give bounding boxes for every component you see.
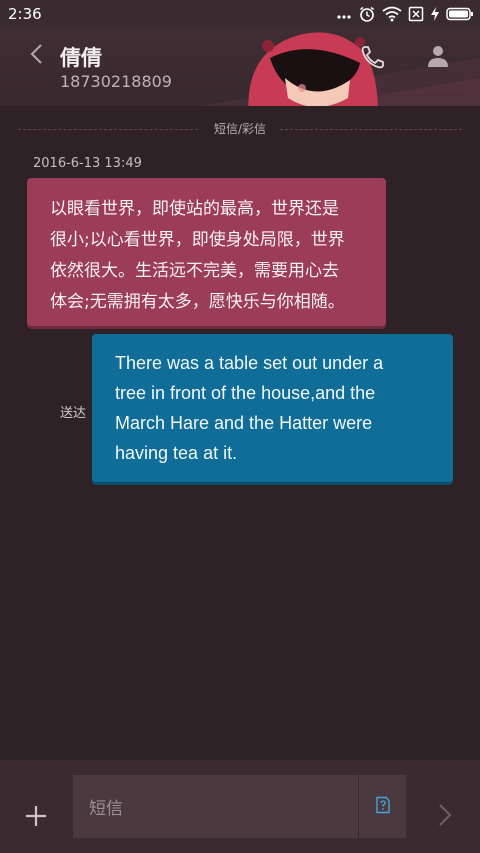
message-type-divider: 短信/彩信	[18, 120, 462, 138]
back-button[interactable]	[22, 42, 50, 70]
battery-icon	[446, 7, 474, 21]
message-line: March Hare and the Hatter were	[115, 413, 373, 433]
message-input[interactable]: 短信	[73, 775, 359, 838]
alarm-icon	[358, 5, 376, 23]
message-line: tree in front of the house,and the	[115, 383, 376, 403]
attach-button[interactable]	[22, 802, 50, 830]
conversation-header: 倩倩 18730218809	[0, 28, 480, 106]
message-line: 依然很大。生活远不完美，需要用心去	[50, 261, 339, 281]
person-icon	[424, 46, 452, 74]
message-line: There was a table set out under a	[115, 353, 384, 373]
message-line: 以眼看世界，即使站的最高，世界还是	[50, 199, 339, 219]
contact-name: 倩倩	[60, 46, 102, 70]
send-chevron-icon	[432, 804, 458, 834]
message-line: 很小;以心看世界，即使身处局限，世界	[50, 230, 345, 250]
more-dots-icon	[336, 6, 352, 22]
message-timestamp: 2016-6-13 13:49	[33, 156, 142, 171]
chevron-left-icon	[29, 43, 43, 69]
phone-icon	[358, 46, 388, 76]
charging-icon	[430, 6, 440, 22]
plus-icon	[22, 806, 50, 834]
delivery-status: 送达	[60, 406, 87, 421]
message-thread[interactable]: 短信/彩信 2016-6-13 13:49 以眼看世界，即使站的最高，世界还是 …	[0, 106, 480, 760]
message-line: having tea at it.	[115, 443, 238, 463]
outgoing-message-bubble[interactable]: There was a table set out under a tree i…	[92, 334, 453, 482]
message-type-label: 短信/彩信	[213, 122, 267, 136]
wifi-icon	[382, 6, 402, 22]
contact-number: 18730218809	[60, 72, 172, 91]
contact-info-button[interactable]	[424, 42, 452, 70]
compose-bar: 短信	[0, 760, 480, 853]
incoming-message-bubble[interactable]: 以眼看世界，即使站的最高，世界还是 很小;以心看世界，即使身处局限，世界 依然很…	[27, 178, 386, 326]
sim-select-button[interactable]	[359, 775, 406, 838]
send-button[interactable]	[432, 800, 458, 830]
status-bar: 2:36	[0, 0, 480, 28]
status-icons	[336, 4, 474, 24]
no-sim-icon	[408, 6, 424, 22]
sim-card-icon	[375, 796, 391, 818]
message-line: 体会;无需拥有太多，愿快乐与你相随。	[50, 292, 345, 312]
call-button[interactable]	[358, 42, 388, 72]
status-time: 2:36	[8, 5, 42, 23]
